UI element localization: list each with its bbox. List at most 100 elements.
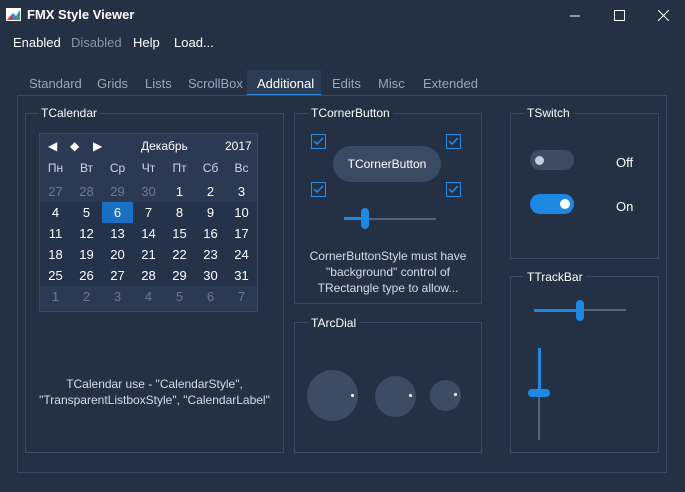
corner-button[interactable]: TCornerButton: [333, 146, 441, 182]
calendar-day[interactable]: 3: [226, 181, 257, 202]
weekday: Сб: [202, 161, 219, 175]
calendar-day[interactable]: 10: [226, 202, 257, 223]
calendar-day[interactable]: 30: [195, 265, 226, 286]
check-icon: [448, 137, 459, 146]
calendar-day[interactable]: 7: [226, 286, 257, 307]
menu-help[interactable]: Help: [133, 35, 160, 50]
minimize-icon: [569, 15, 580, 16]
calendar-day[interactable]: 24: [226, 244, 257, 265]
cornerbutton-desc-line1: CornerButtonStyle must have: [309, 249, 467, 263]
calendar-day[interactable]: 28: [133, 265, 164, 286]
calendar-week-row: 4 5 6 7 8 9 10: [40, 202, 257, 223]
check-icon: [313, 137, 324, 146]
tab-standard[interactable]: Standard: [29, 76, 82, 91]
calendar-day[interactable]: 20: [102, 244, 133, 265]
horizontal-trackbar-thumb[interactable]: [576, 300, 584, 321]
weekday: Вс: [234, 161, 249, 175]
calendar-day[interactable]: 26: [71, 265, 102, 286]
calendar-day[interactable]: 12: [71, 223, 102, 244]
calendar-group-title: TCalendar: [38, 106, 101, 120]
calendar-day[interactable]: 5: [71, 202, 102, 223]
calendar-day[interactable]: 27: [40, 181, 71, 202]
trackbar-group-title: TTrackBar: [524, 270, 586, 284]
calendar-day[interactable]: 23: [195, 244, 226, 265]
check-icon: [313, 185, 324, 194]
cornerbutton-desc-line2: "background" control of: [326, 265, 450, 279]
maximize-icon: [613, 9, 625, 21]
checkbox-top-left[interactable]: [311, 134, 326, 149]
calendar-day[interactable]: 15: [164, 223, 195, 244]
calendar-day[interactable]: 5: [164, 286, 195, 307]
calendar-weekdays: Пн Вт Ср Чт Пт Сб Вс: [40, 159, 257, 177]
calendar-day[interactable]: 2: [195, 181, 226, 202]
minimize-button[interactable]: [552, 0, 598, 30]
tab-edits[interactable]: Edits: [332, 76, 361, 91]
calendar-day[interactable]: 2: [71, 286, 102, 307]
calendar-day[interactable]: 13: [102, 223, 133, 244]
calendar-day[interactable]: 19: [71, 244, 102, 265]
calendar-day[interactable]: 14: [133, 223, 164, 244]
switch-group: [510, 113, 659, 259]
switch-off-knob: [535, 156, 544, 165]
arcdial-small-indicator: [454, 393, 457, 396]
arcdial-medium-indicator: [409, 394, 412, 397]
calendar-day[interactable]: 3: [102, 286, 133, 307]
calendar-day[interactable]: 22: [164, 244, 195, 265]
weekday: Пт: [172, 161, 187, 175]
calendar-days: 27 28 29 30 1 2 3 4 5 6 7 8 9 10 11 12 13 14 15 16 17 18 19 20 2…: [40, 181, 257, 307]
calendar-day[interactable]: 4: [40, 202, 71, 223]
calendar-desc-line1: TCalendar use - "CalendarStyle",: [66, 377, 243, 391]
calendar-day[interactable]: 18: [40, 244, 71, 265]
maximize-button[interactable]: [596, 0, 642, 30]
calendar-day[interactable]: 8: [164, 202, 195, 223]
calendar-day[interactable]: 21: [133, 244, 164, 265]
close-button[interactable]: [640, 0, 685, 30]
calendar-day[interactable]: 1: [40, 286, 71, 307]
calendar-week-row: 25 26 27 28 29 30 31: [40, 265, 257, 286]
calendar-day[interactable]: 7: [133, 202, 164, 223]
cornerbutton-group-title: TCornerButton: [308, 106, 393, 120]
calendar-day[interactable]: 11: [40, 223, 71, 244]
next-month-icon[interactable]: ▶: [93, 139, 102, 153]
checkbox-bottom-left[interactable]: [311, 182, 326, 197]
calendar-day[interactable]: 30: [133, 181, 164, 202]
tab-misc[interactable]: Misc: [378, 76, 405, 91]
trackbar-group: [510, 276, 659, 453]
calendar-desc-line2: "TransparentListboxStyle", "CalendarLabe…: [39, 393, 270, 407]
tab-lists[interactable]: Lists: [145, 76, 172, 91]
calendar-day[interactable]: 16: [195, 223, 226, 244]
window-title: FMX Style Viewer: [27, 7, 135, 22]
calendar-day[interactable]: 31: [226, 265, 257, 286]
calendar-day[interactable]: 29: [102, 181, 133, 202]
weekday: Ср: [109, 161, 126, 175]
tab-grids[interactable]: Grids: [97, 76, 128, 91]
calendar-day[interactable]: 27: [102, 265, 133, 286]
calendar-day[interactable]: 9: [195, 202, 226, 223]
calendar-year: 2017: [225, 139, 252, 153]
weekday: Пн: [47, 161, 64, 175]
calendar-month: Декабрь: [141, 139, 188, 153]
calendar-week-row: 11 12 13 14 15 16 17: [40, 223, 257, 244]
calendar-day[interactable]: 17: [226, 223, 257, 244]
calendar-day[interactable]: 6: [195, 286, 226, 307]
calendar-day[interactable]: 1: [164, 181, 195, 202]
calendar-day[interactable]: 28: [71, 181, 102, 202]
vertical-trackbar-thumb[interactable]: [528, 389, 550, 397]
menu-disabled[interactable]: Disabled: [71, 35, 122, 50]
checkbox-top-right[interactable]: [446, 134, 461, 149]
menu-load[interactable]: Load...: [174, 35, 214, 50]
close-icon: [657, 9, 669, 21]
menu-enabled[interactable]: Enabled: [13, 35, 61, 50]
calendar-day[interactable]: 4: [133, 286, 164, 307]
tab-additional[interactable]: Additional: [257, 76, 314, 91]
calendar-day[interactable]: 6: [102, 202, 133, 223]
tab-extended[interactable]: Extended: [423, 76, 478, 91]
cornerbutton-slider-thumb[interactable]: [361, 208, 369, 229]
tab-scrollbox[interactable]: ScrollBox: [188, 76, 243, 91]
calendar-day[interactable]: 29: [164, 265, 195, 286]
calendar-day[interactable]: 25: [40, 265, 71, 286]
checkbox-bottom-right[interactable]: [446, 182, 461, 197]
today-icon[interactable]: ◆: [70, 139, 79, 153]
prev-month-icon[interactable]: ◀: [48, 139, 57, 153]
check-icon: [448, 185, 459, 194]
